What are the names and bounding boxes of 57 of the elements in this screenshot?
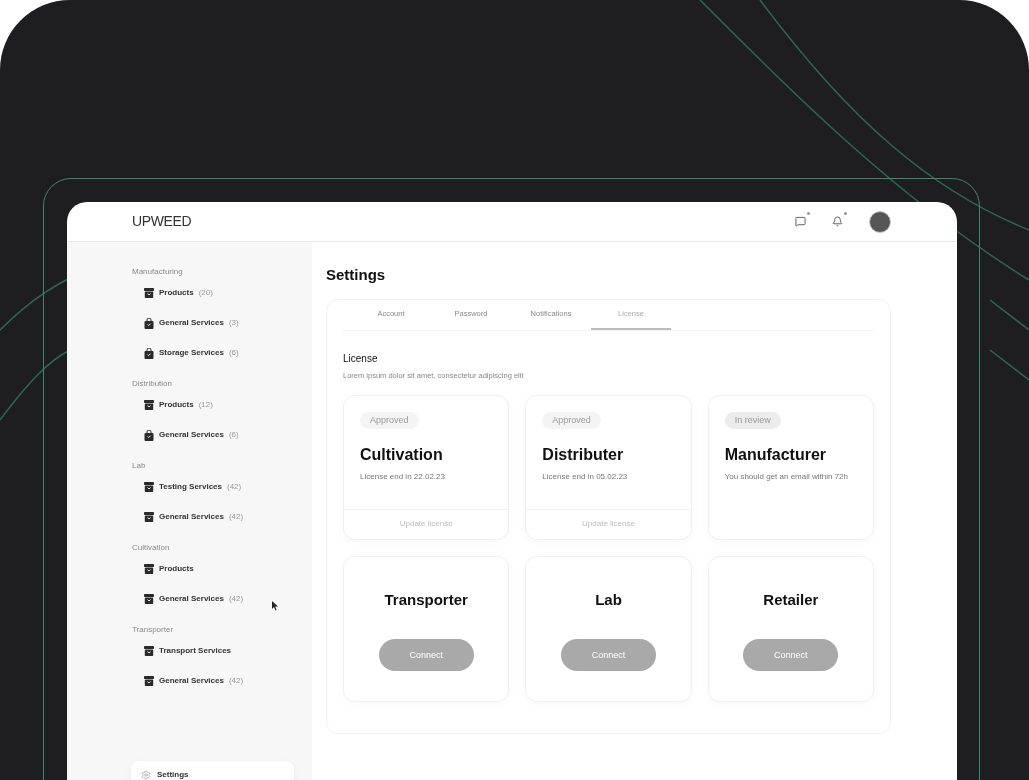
item-count: (42) <box>227 481 242 493</box>
card-title: Lab <box>595 589 622 610</box>
sidebar-item[interactable]: General Services (42) <box>132 584 312 614</box>
card-subtitle: License end in 22.02.23 <box>360 471 445 484</box>
section-heading: Lab <box>132 460 147 472</box>
logo: UPWEED <box>132 212 192 231</box>
card-title: Cultivation <box>360 445 443 466</box>
section-heading: Cultivation <box>132 542 171 554</box>
card-title: Retailer <box>763 589 819 610</box>
status-badge: In review <box>724 411 781 430</box>
bag-icon <box>144 347 154 359</box>
box-icon <box>144 288 154 298</box>
item-count: (42) <box>228 675 244 687</box>
sidebar-item[interactable]: Products (12) <box>132 390 312 420</box>
item-count: (42) <box>228 511 244 523</box>
card-subtitle: You should get an email within 72h <box>724 471 848 484</box>
section-heading: Manufacturing <box>132 266 184 278</box>
item-count: (42) <box>228 593 244 605</box>
settings-button[interactable]: Settings <box>131 761 294 780</box>
card-title: Manufacturer <box>724 445 826 466</box>
item-count: (3) <box>228 317 239 329</box>
status-badge: Approved <box>360 411 419 430</box>
item-count: (12) <box>198 399 213 411</box>
box-icon <box>144 512 154 522</box>
sidebar-item[interactable]: General Services (42) <box>132 502 312 532</box>
bag-icon <box>144 429 154 441</box>
settings-icon <box>141 770 151 780</box>
bag-icon <box>144 317 154 329</box>
section-heading: Transporter <box>132 624 175 636</box>
status-badge: Approved <box>542 411 601 430</box>
sidebar-item[interactable]: Products (20) <box>132 278 312 308</box>
item-count: (20) <box>198 287 213 299</box>
avatar[interactable] <box>869 210 891 233</box>
box-icon <box>144 676 154 686</box>
section-heading: Distribution <box>132 378 173 390</box>
box-icon <box>144 482 154 492</box>
sidebar-item[interactable]: General Services (42) <box>132 666 312 696</box>
page-title: Settings <box>326 265 387 285</box>
item-count: (6) <box>228 347 239 359</box>
cursor-icon <box>272 601 279 611</box>
sidebar-item[interactable]: Transport Services <box>132 636 312 666</box>
chat-icon[interactable] <box>795 216 806 227</box>
box-icon <box>144 646 154 656</box>
card-title: Distributer <box>542 445 624 466</box>
box-icon <box>144 564 154 574</box>
section-title: License <box>343 351 379 366</box>
sidebar-item[interactable]: General Services (3) <box>132 308 312 338</box>
box-icon <box>144 594 154 604</box>
bell-icon[interactable] <box>832 216 843 227</box>
box-icon <box>144 400 154 410</box>
sidebar-item[interactable]: Products <box>132 554 312 584</box>
sidebar-item[interactable]: General Services (6) <box>132 420 312 450</box>
card-title: Transporter <box>384 589 468 610</box>
sidebar-item[interactable]: Storage Services (6) <box>132 338 312 368</box>
sidebar-item[interactable]: Testing Services (42) <box>132 472 312 502</box>
item-count: (6) <box>228 429 239 441</box>
card-subtitle: License end in 05.02.23 <box>542 471 628 484</box>
